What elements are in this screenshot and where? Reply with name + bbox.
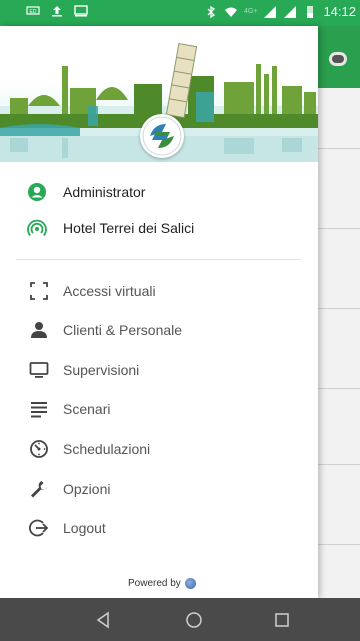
wrench-icon: [31, 481, 48, 498]
menu-item-opzioni[interactable]: Opzioni: [0, 469, 318, 509]
menu-item-label: Scenari: [63, 401, 111, 417]
status-bar: ED 4G+ 14:12: [0, 0, 360, 26]
account-circle-icon: [28, 183, 46, 201]
upload-icon: [52, 6, 62, 17]
brand-logo: [140, 114, 184, 158]
wifi-icon: [225, 7, 238, 17]
timer-icon: [30, 440, 48, 458]
home-icon[interactable]: [184, 610, 204, 630]
menu-item-schedulazioni[interactable]: Schedulazioni: [0, 429, 318, 469]
menu-item-label: Schedulazioni: [63, 441, 151, 457]
battery-icon: [307, 5, 314, 18]
wifi-tethering-icon: [27, 219, 47, 237]
brand-logo-icon: [142, 116, 182, 156]
svg-text:ED: ED: [30, 9, 37, 15]
drawer-header-image: [0, 26, 318, 162]
notification-icon: ED: [26, 6, 40, 15]
recents-icon[interactable]: [272, 610, 292, 630]
list-divider: [318, 148, 360, 149]
network-type: 4G+: [244, 8, 258, 15]
list-divider: [318, 388, 360, 389]
scan-frame-icon: [30, 282, 48, 300]
menu-item-accessi-virtuali[interactable]: Accessi virtuali: [0, 271, 318, 311]
logout-icon: [29, 519, 49, 537]
menu-item-label: Opzioni: [63, 481, 111, 497]
list-divider: [318, 544, 360, 545]
status-right-icons: 4G+ 14:12: [204, 4, 356, 19]
menu-item-scenari[interactable]: Scenari: [0, 389, 318, 429]
menu-item-clienti-personale[interactable]: Clienti & Personale: [0, 310, 318, 350]
back-icon[interactable]: [93, 610, 113, 630]
menu-item-label: Logout: [63, 520, 106, 536]
powered-by-logo-icon: [184, 578, 196, 589]
background-toggle-icon[interactable]: [329, 52, 347, 66]
person-icon: [31, 322, 47, 338]
menu-item-logout[interactable]: Logout: [0, 508, 318, 548]
menu-item-label: Accessi virtuali: [63, 283, 156, 299]
screen-icon: [74, 5, 88, 17]
user-name: Administrator: [63, 184, 146, 200]
signal-icon-2: [284, 5, 297, 18]
status-time: 14:12: [323, 4, 356, 19]
list-divider: [318, 464, 360, 465]
bluetooth-icon: [207, 5, 216, 18]
menu-item-supervisioni[interactable]: Supervisioni: [0, 350, 318, 390]
menu-item-label: Supervisioni: [63, 362, 140, 378]
monitor-icon: [29, 362, 49, 378]
list-divider: [318, 308, 360, 309]
drawer-divider: [16, 259, 301, 260]
drawer-user-row[interactable]: Administrator: [0, 175, 318, 209]
navigation-drawer: Administrator Hotel Terrei dei Salici Ac…: [0, 26, 318, 598]
list-divider: [318, 228, 360, 229]
hotel-name: Hotel Terrei dei Salici: [63, 220, 195, 236]
notes-icon: [31, 402, 47, 418]
system-navigation-bar: [0, 598, 360, 641]
signal-icon: [264, 5, 277, 18]
powered-by: Powered by: [128, 578, 196, 589]
menu-item-label: Clienti & Personale: [63, 322, 183, 338]
status-left-icons: ED: [26, 4, 88, 18]
powered-by-text: Powered by: [128, 578, 181, 589]
drawer-hotel-row[interactable]: Hotel Terrei dei Salici: [0, 211, 318, 245]
